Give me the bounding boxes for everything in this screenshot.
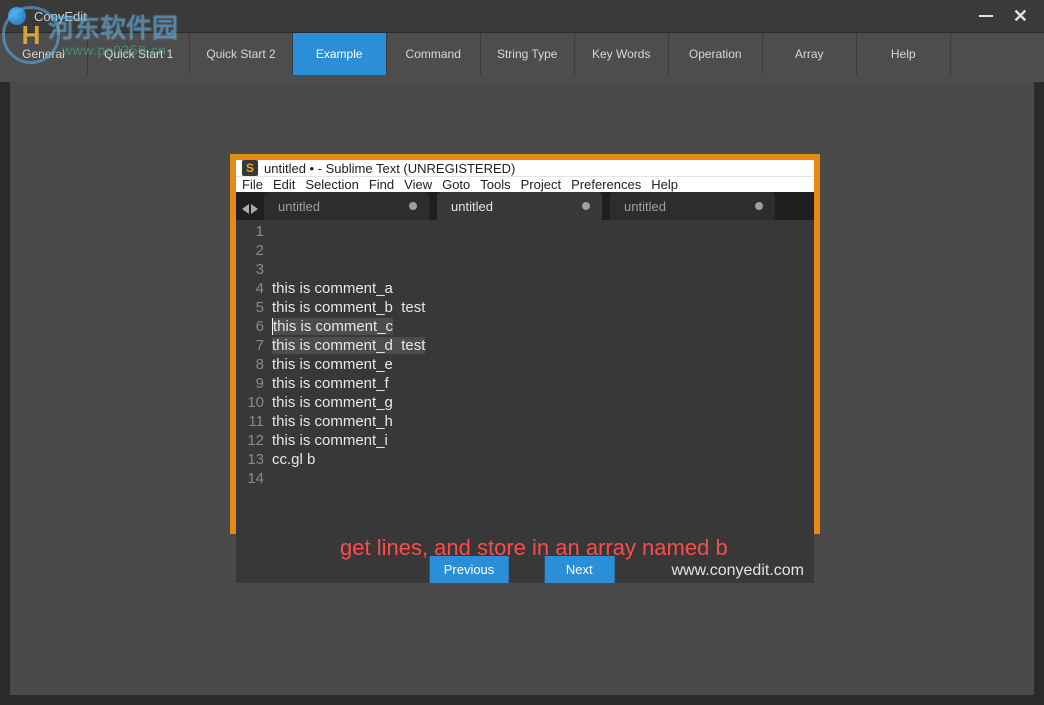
code-line-14[interactable]	[272, 507, 814, 526]
sublime-title: untitled • - Sublime Text (UNREGISTERED)	[264, 161, 515, 176]
code-line-2[interactable]: this is comment_a	[272, 279, 814, 298]
annotation-text: get lines, and store in an array named b	[340, 538, 728, 557]
code-line-5[interactable]: this is comment_d test	[272, 336, 814, 355]
previous-button[interactable]: Previous	[430, 556, 509, 583]
tab-example[interactable]: Example	[293, 33, 387, 75]
app-title: ConyEdit	[34, 9, 979, 24]
menu-project[interactable]: Project	[521, 177, 561, 192]
tab-array[interactable]: Array	[763, 33, 857, 75]
sublime-tab-0[interactable]: untitled	[264, 192, 429, 220]
tab-general[interactable]: General	[0, 33, 88, 75]
menu-help[interactable]: Help	[651, 177, 678, 192]
tab-quick-start-2[interactable]: Quick Start 2	[190, 33, 292, 75]
sublime-tab-nav[interactable]	[240, 204, 264, 220]
minimize-button[interactable]	[979, 15, 993, 17]
code-line-7[interactable]: this is comment_f	[272, 374, 814, 393]
code-line-9[interactable]: this is comment_h	[272, 412, 814, 431]
main-tabs: GeneralQuick Start 1Quick Start 2 Exampl…	[0, 32, 1044, 82]
code-line-4[interactable]: this is comment_c	[272, 317, 814, 336]
line-gutter: 1234567891011121314	[236, 220, 272, 583]
menu-view[interactable]: View	[404, 177, 432, 192]
dirty-dot-icon	[755, 202, 763, 210]
code-line-10[interactable]: this is comment_i	[272, 431, 814, 450]
code-line-13[interactable]	[272, 488, 814, 507]
menu-tools[interactable]: Tools	[480, 177, 510, 192]
sublime-menu: File Edit Selection Find View Goto Tools Projec…	[236, 176, 814, 192]
tab-nav-left-icon[interactable]	[242, 204, 249, 214]
menu-goto[interactable]: Goto	[442, 177, 470, 192]
tab-quick-start-1[interactable]: Quick Start 1	[88, 33, 190, 75]
code-line-3[interactable]: this is comment_b test	[272, 298, 814, 317]
code-line-12[interactable]	[272, 469, 814, 488]
menu-preferences[interactable]: Preferences	[571, 177, 641, 192]
tab-help[interactable]: Help	[857, 33, 951, 75]
nav-buttons: Previous Next	[430, 556, 615, 583]
code-line-11[interactable]: cc.gl b	[272, 450, 814, 469]
example-screenshot: S untitled • - Sublime Text (UNREGISTERE…	[230, 154, 820, 534]
code-line-8[interactable]: this is comment_g	[272, 393, 814, 412]
footer-url: www.conyedit.com	[672, 561, 805, 580]
sublime-tab-2[interactable]: untitled	[610, 192, 775, 220]
tab-key-words[interactable]: Key Words	[575, 33, 669, 75]
code-line-6[interactable]: this is comment_e	[272, 355, 814, 374]
sublime-tab-row: untitled untitled untitled	[236, 192, 814, 220]
dirty-dot-icon	[582, 202, 590, 210]
tab-operation[interactable]: Operation	[669, 33, 763, 75]
sublime-titlebar: S untitled • - Sublime Text (UNREGISTERE…	[236, 160, 814, 176]
menu-find[interactable]: Find	[369, 177, 394, 192]
code-area[interactable]: this is comment_athis is comment_b testt…	[272, 220, 814, 583]
code-line-1[interactable]	[272, 260, 814, 279]
menu-file[interactable]: File	[242, 177, 263, 192]
tab-nav-right-icon[interactable]	[251, 204, 258, 214]
close-button[interactable]: ✕	[1013, 6, 1028, 27]
menu-edit[interactable]: Edit	[273, 177, 295, 192]
dirty-dot-icon	[409, 202, 417, 210]
tab-command[interactable]: Command	[387, 33, 481, 75]
menu-selection[interactable]: Selection	[305, 177, 358, 192]
app-icon	[8, 7, 26, 25]
sublime-icon: S	[242, 160, 258, 176]
sublime-tab-1[interactable]: untitled	[437, 192, 602, 220]
sublime-editor[interactable]: 1234567891011121314 this is comment_athi…	[236, 220, 814, 583]
tab-string-type[interactable]: String Type	[481, 33, 575, 75]
titlebar: ConyEdit ✕	[0, 0, 1044, 32]
next-button[interactable]: Next	[544, 556, 614, 583]
content-area: S untitled • - Sublime Text (UNREGISTERE…	[10, 82, 1034, 695]
